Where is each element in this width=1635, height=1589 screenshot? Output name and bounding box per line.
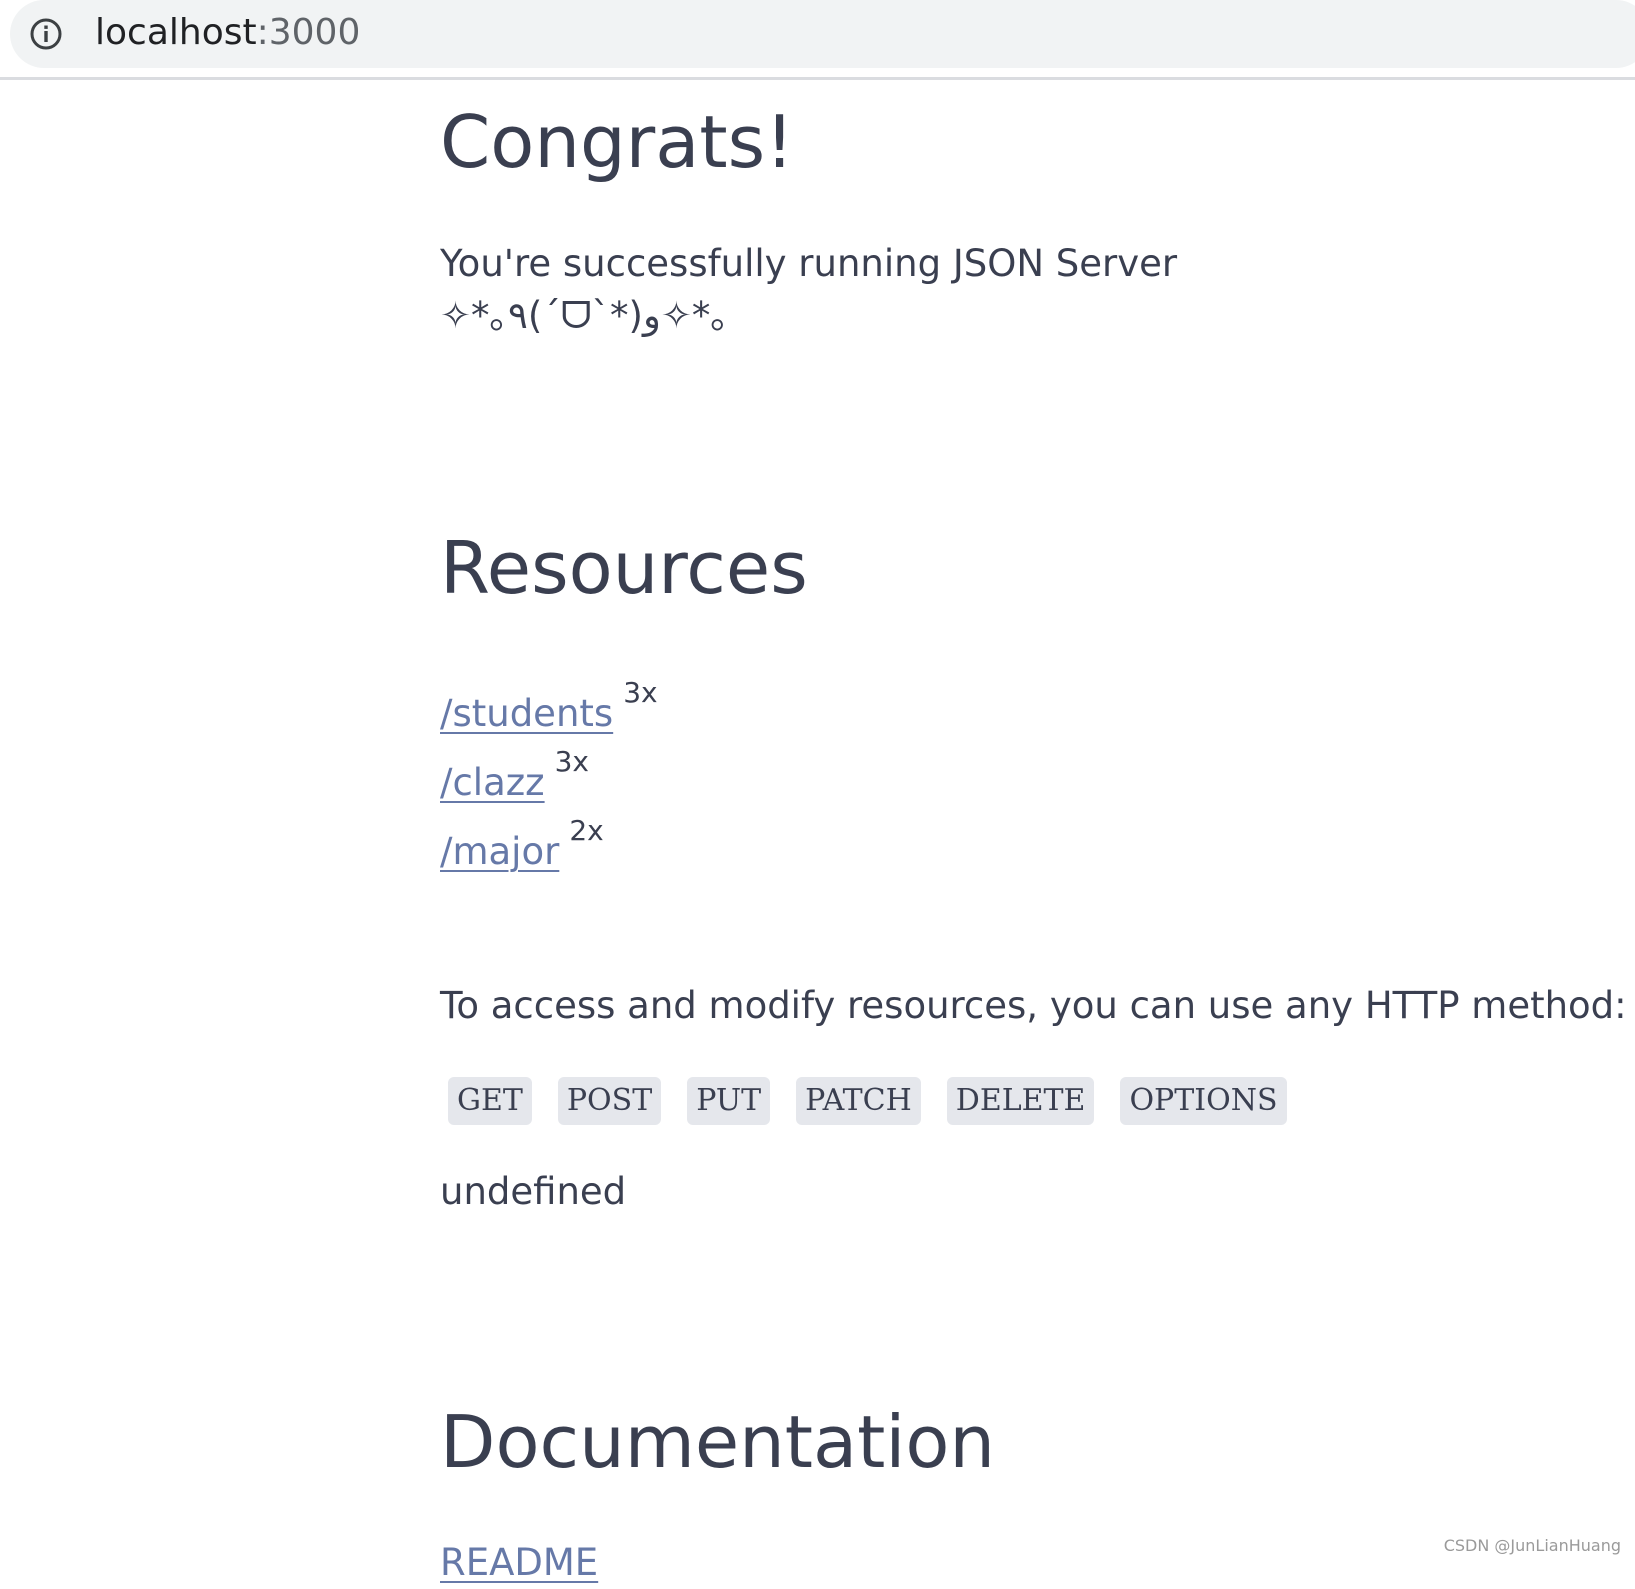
method-delete: DELETE — [947, 1077, 1095, 1125]
toolbar-divider — [0, 77, 1635, 80]
info-icon[interactable] — [29, 17, 63, 51]
resource-count: 3x — [555, 745, 589, 778]
method-patch: PATCH — [796, 1077, 921, 1125]
resource-count: 2x — [569, 814, 603, 847]
resource-link-clazz[interactable]: /clazz — [440, 758, 545, 808]
access-instructions: To access and modify resources, you can … — [440, 980, 1627, 1032]
resource-item: /students 3x — [440, 670, 658, 739]
http-methods: GET POST PUT PATCH DELETE OPTIONS — [448, 1077, 1313, 1125]
method-put: PUT — [687, 1077, 770, 1125]
url-text[interactable]: localhost:3000 — [95, 10, 360, 56]
running-message: You're successfully running JSON Server — [440, 238, 1177, 290]
congrats-heading: Congrats! — [440, 92, 794, 192]
resource-item: /major 2x — [440, 808, 658, 877]
resource-item: /clazz 3x — [440, 739, 658, 808]
resource-link-major[interactable]: /major — [440, 827, 559, 877]
resource-count: 3x — [623, 676, 657, 709]
resources-heading: Resources — [440, 518, 808, 618]
kaomoji-text: ✧*｡٩(ˊᗜˋ*)و✧*｡ — [440, 290, 729, 342]
readme-link[interactable]: README — [440, 1537, 598, 1589]
resource-link-students[interactable]: /students — [440, 689, 613, 739]
url-host: localhost — [95, 12, 257, 53]
undefined-text: undefined — [440, 1166, 626, 1218]
method-options: OPTIONS — [1120, 1077, 1286, 1125]
documentation-heading: Documentation — [440, 1392, 995, 1492]
watermark: CSDN @JunLianHuang — [1444, 1536, 1621, 1555]
resource-list: /students 3x /clazz 3x /major 2x — [440, 670, 658, 877]
url-port: :3000 — [257, 12, 361, 53]
method-post: POST — [558, 1077, 661, 1125]
method-get: GET — [448, 1077, 532, 1125]
